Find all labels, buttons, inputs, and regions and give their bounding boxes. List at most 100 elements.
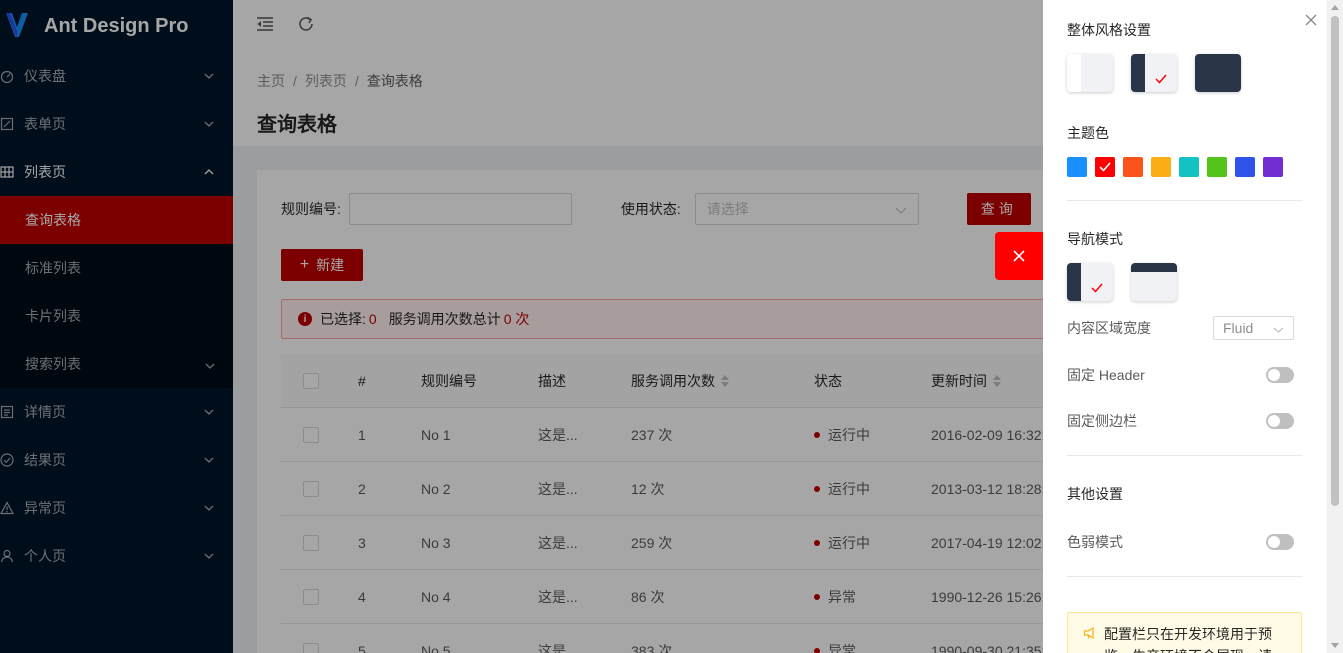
chevron-down-icon bbox=[895, 201, 907, 217]
info-icon: i bbox=[298, 312, 312, 326]
theme-color-swatch[interactable] bbox=[1179, 157, 1199, 177]
theme-color-swatch[interactable] bbox=[1067, 157, 1087, 177]
menu-fold-icon[interactable] bbox=[255, 14, 275, 34]
sidebar-item-account[interactable]: 个人页 bbox=[0, 532, 233, 580]
fixed-sider-switch[interactable] bbox=[1266, 413, 1294, 429]
row-select-cell bbox=[281, 534, 358, 551]
sidebar-subitem-standard-list[interactable]: 标准列表 bbox=[0, 244, 233, 292]
content-width-select[interactable]: Fluid bbox=[1213, 316, 1294, 340]
scroll-thumb[interactable] bbox=[1331, 16, 1339, 506]
total-calls-label: 服务调用次数总计 bbox=[388, 311, 501, 327]
theme-color-swatch[interactable] bbox=[1095, 157, 1115, 177]
logo[interactable]: Ant Design Pro bbox=[0, 0, 233, 52]
chevron-down-icon bbox=[205, 356, 215, 372]
content-width-label: 内容区域宽度 bbox=[1067, 320, 1151, 336]
search-form: 规则编号: 使用状态: 请选择 查询 bbox=[281, 193, 1031, 225]
query-button[interactable]: 查询 bbox=[966, 193, 1031, 225]
row-desc: 这是... bbox=[538, 642, 578, 653]
row-status-label: 异常 bbox=[828, 642, 856, 653]
theme-color-swatch[interactable] bbox=[1263, 157, 1283, 177]
warning-icon bbox=[0, 500, 15, 516]
logo-icon bbox=[6, 13, 28, 39]
column-header-rule: 规则编号 bbox=[421, 372, 477, 389]
sort-icon bbox=[721, 374, 729, 387]
dev-notice: 配置栏只在开发环境用于预览，生产环境不会展现，请 bbox=[1067, 612, 1302, 653]
new-button[interactable]: + 新建 bbox=[281, 249, 363, 281]
row-status-label: 运行中 bbox=[828, 534, 870, 551]
select-all-checkbox[interactable] bbox=[303, 372, 319, 389]
breadcrumb-list[interactable]: 列表页 bbox=[305, 71, 347, 91]
rule-number-input[interactable] bbox=[348, 193, 572, 225]
theme-color-swatch[interactable] bbox=[1235, 157, 1255, 177]
style-option-dark[interactable] bbox=[1131, 54, 1177, 92]
row-calls: 12 次 bbox=[631, 480, 665, 497]
row-checkbox[interactable] bbox=[303, 480, 319, 497]
sidebar-item-label: 仪表盘 bbox=[24, 68, 66, 84]
breadcrumb-separator: / bbox=[293, 73, 297, 89]
sidebar-item-profile[interactable]: 详情页 bbox=[0, 388, 233, 436]
sidebar-subitem-search-list[interactable]: 搜索列表 bbox=[0, 340, 233, 388]
row-calls: 237 次 bbox=[631, 426, 673, 443]
sidebar-item-form[interactable]: 表单页 bbox=[0, 100, 233, 148]
row-rule-name: No 4 bbox=[421, 588, 451, 605]
drawer-close-handle[interactable] bbox=[995, 232, 1043, 280]
status-dot bbox=[814, 485, 820, 492]
rule-number-label: 规则编号: bbox=[281, 201, 341, 217]
table-icon bbox=[0, 164, 15, 180]
chevron-down-icon bbox=[203, 70, 215, 82]
content-width-setting: 内容区域宽度 Fluid bbox=[1067, 316, 1294, 340]
row-index: 4 bbox=[358, 588, 366, 605]
sidebar-item-result[interactable]: 结果页 bbox=[0, 436, 233, 484]
sidebar-item-label: 结果页 bbox=[24, 452, 66, 468]
scroll-down-arrow-icon[interactable] bbox=[1331, 643, 1339, 648]
status-select-placeholder: 请选择 bbox=[706, 201, 749, 217]
reload-icon[interactable] bbox=[296, 14, 316, 34]
sidebar-item-label: 列表页 bbox=[24, 164, 66, 180]
sidebar-subitem-query-table[interactable]: 查询表格 bbox=[0, 196, 233, 244]
dashboard-icon bbox=[0, 68, 15, 84]
column-header-status[interactable]: 状态 bbox=[814, 371, 931, 391]
chevron-down-icon bbox=[203, 118, 215, 130]
sidebar-subitem-card-list[interactable]: 卡片列表 bbox=[0, 292, 233, 340]
sidebar-item-exception[interactable]: 异常页 bbox=[0, 484, 233, 532]
style-option-realdark[interactable] bbox=[1195, 54, 1241, 92]
weak-mode-switch[interactable] bbox=[1266, 534, 1294, 550]
sidebar-subitem-label: 查询表格 bbox=[25, 212, 81, 228]
row-checkbox[interactable] bbox=[303, 426, 319, 443]
column-header-calls[interactable]: 服务调用次数 bbox=[631, 371, 814, 391]
nav-mode-top[interactable] bbox=[1131, 263, 1177, 301]
close-icon bbox=[1305, 14, 1317, 26]
drawer-close-button[interactable] bbox=[1301, 10, 1321, 30]
row-checkbox[interactable] bbox=[303, 534, 319, 551]
scrollbar[interactable] bbox=[1327, 0, 1343, 653]
row-rule-name: No 3 bbox=[421, 534, 451, 551]
nav-mode-side[interactable] bbox=[1067, 263, 1113, 301]
fixed-header-switch[interactable] bbox=[1266, 367, 1294, 383]
dev-notice-text: 配置栏只在开发环境用于预览，生产环境不会展现，请 bbox=[1104, 626, 1272, 653]
breadcrumb-home[interactable]: 主页 bbox=[257, 71, 285, 91]
chevron-down-icon bbox=[203, 502, 215, 514]
status-select[interactable]: 请选择 bbox=[694, 193, 919, 225]
theme-color-swatch[interactable] bbox=[1207, 157, 1227, 177]
sidebar-subitem-label: 卡片列表 bbox=[25, 308, 81, 324]
form-icon bbox=[0, 116, 15, 132]
row-index: 5 bbox=[358, 642, 366, 653]
row-checkbox[interactable] bbox=[303, 588, 319, 605]
row-status-label: 运行中 bbox=[828, 480, 870, 497]
settings-drawer: 整体风格设置 主题色 导航模式 内容区域宽度 Fluid 固定 Header 固… bbox=[1043, 0, 1327, 653]
weak-mode-label: 色弱模式 bbox=[1067, 534, 1123, 550]
status-dot bbox=[814, 539, 820, 546]
scroll-up-arrow-icon[interactable] bbox=[1331, 5, 1339, 10]
chevron-down-icon bbox=[203, 550, 215, 562]
theme-color-title: 主题色 bbox=[1067, 125, 1109, 141]
sidebar-item-list[interactable]: 列表页 bbox=[0, 148, 233, 196]
fixed-sider-label: 固定侧边栏 bbox=[1067, 413, 1137, 429]
theme-color-swatch[interactable] bbox=[1123, 157, 1143, 177]
theme-color-swatch[interactable] bbox=[1151, 157, 1171, 177]
total-calls-value: 0 次 bbox=[503, 311, 530, 327]
weak-mode-setting: 色弱模式 bbox=[1067, 530, 1294, 554]
style-option-light[interactable] bbox=[1067, 54, 1113, 92]
sidebar-item-dashboard[interactable]: 仪表盘 bbox=[0, 52, 233, 100]
user-icon bbox=[0, 548, 15, 564]
row-checkbox[interactable] bbox=[303, 642, 319, 653]
